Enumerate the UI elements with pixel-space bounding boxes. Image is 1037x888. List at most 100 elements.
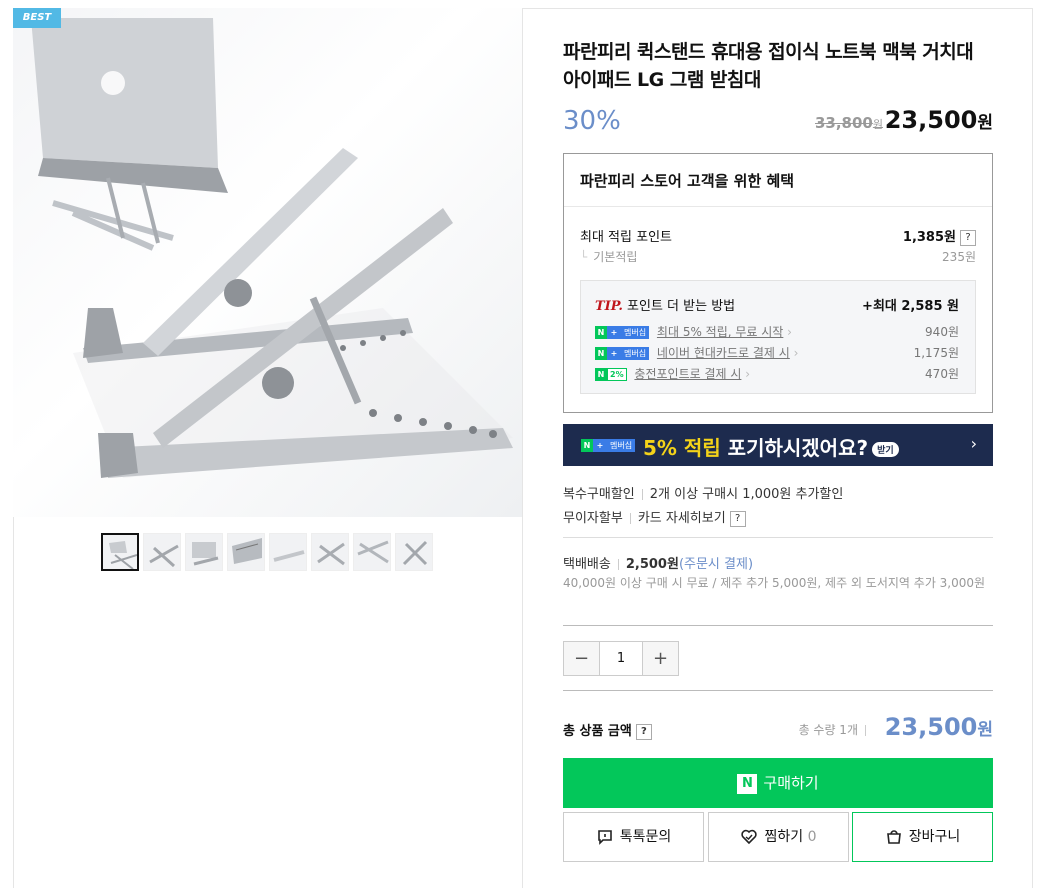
installment-row: 무이자할부 카드 자세히보기?: [563, 507, 746, 527]
charge-point-badge: N 2%: [595, 368, 627, 381]
help-icon[interactable]: ?: [960, 229, 976, 246]
divider: [641, 489, 643, 500]
laptop-inset: [31, 18, 228, 251]
chevron-right-icon: ›: [741, 367, 751, 381]
benefit-box: 파란피리 스토어 고객을 위한 혜택 최대 적립 포인트 1,385원? └ 기본…: [563, 153, 993, 413]
total-count: 총 수량 1개: [799, 721, 873, 738]
divider: [617, 559, 619, 570]
divider: [865, 725, 866, 736]
tip-text: 포인트 더 받는 방법: [627, 299, 736, 314]
total-label: 총 상품 금액: [563, 724, 632, 739]
quantity-plus-button[interactable]: +: [643, 642, 678, 675]
tip-item-3[interactable]: N 2% 충전포인트로 결제 시 › 470원: [595, 365, 959, 382]
total-price-value: 23,500: [884, 713, 978, 741]
tip-box: TIP. 포인트 더 받는 방법 +최대 2,585 원 N + 멤버십 최대 5%…: [580, 280, 976, 394]
banner-highlight: 5% 적립: [643, 436, 721, 460]
thumbnail-3[interactable]: [185, 533, 223, 571]
tip-item-amount: 940원: [925, 325, 959, 339]
membership-badge: N + 멤버십: [595, 347, 650, 360]
chevron-right-icon[interactable]: ›: [971, 434, 977, 453]
buy-button-label: 구매하기: [763, 774, 819, 792]
max-point-row: 최대 적립 포인트 1,385원?: [580, 226, 976, 246]
original-price-value: 33,800: [814, 114, 873, 132]
tip-item-amount: 1,175원: [913, 346, 959, 360]
sale-price-unit: 원: [977, 113, 993, 133]
divider: [563, 690, 993, 691]
total-price-unit: 원: [977, 720, 993, 740]
membership-badge: N + 멤버십: [595, 326, 650, 339]
thumbnail-4[interactable]: [227, 533, 265, 571]
talk-inquiry-button[interactable]: 톡톡문의: [563, 812, 704, 862]
card-detail-link[interactable]: 카드 자세히보기: [638, 511, 726, 526]
original-price-unit: 원: [872, 118, 883, 131]
divider: [563, 625, 993, 626]
cart-button[interactable]: 장바구니: [852, 812, 993, 862]
quantity-input[interactable]: 1: [599, 642, 643, 675]
wish-button[interactable]: 찜하기 0: [708, 812, 849, 862]
main-product-image[interactable]: BEST: [13, 8, 522, 517]
naver-logo-icon: N: [737, 773, 758, 794]
product-title: 파란피리 퀵스탠드 휴대용 접이식 노트북 맥북 거치대 아이패드 LG 그램 …: [563, 41, 974, 91]
shopping-bag-icon: [886, 830, 901, 844]
quantity-stepper: − 1 +: [563, 641, 679, 676]
wish-count: 0: [807, 829, 817, 845]
thumbnail-2[interactable]: [143, 533, 181, 571]
chevron-right-icon: ›: [789, 346, 799, 360]
max-point-value: 1,385원: [902, 230, 956, 245]
delivery-note: (주문시 결제): [678, 557, 754, 572]
talk-button-label: 톡톡문의: [619, 829, 672, 845]
tip-item-1[interactable]: N + 멤버십 최대 5% 적립, 무료 시작 › 940원: [595, 323, 959, 340]
tip-item-amount: 470원: [925, 367, 959, 381]
base-point-label: 기본적립: [593, 250, 638, 264]
chat-bubble-icon: [597, 830, 612, 845]
tip-item-link[interactable]: 네이버 현대카드로 결제 시: [657, 346, 790, 360]
installment-label: 무이자할부: [563, 511, 623, 526]
banner-text: 5% 적립 포기하시겠어요? 받기: [643, 432, 899, 461]
tip-item-link[interactable]: 충전포인트로 결제 시: [634, 367, 741, 381]
laptop-stand-illustration: [31, 18, 513, 478]
wish-button-label: 찜하기: [764, 829, 804, 845]
banner-message: 포기하시겠어요?: [720, 436, 869, 460]
multi-purchase-label: 복수구매할인: [563, 487, 635, 502]
benefit-header: 파란피리 스토어 고객을 위한 혜택: [564, 154, 992, 207]
quantity-minus-button[interactable]: −: [564, 642, 599, 675]
total-label-wrap: 총 상품 금액?: [563, 720, 652, 740]
membership-banner[interactable]: N + 멤버십 5% 적립 포기하시겠어요? 받기 ›: [563, 424, 993, 466]
total-price: 23,500원: [885, 713, 993, 741]
product-gallery: BEST: [13, 8, 523, 888]
delivery-label: 택배배송: [563, 557, 611, 572]
cart-button-label: 장바구니: [908, 829, 961, 845]
heart-icon: [741, 829, 758, 845]
banner-receive-pill: 받기: [872, 442, 899, 457]
delivery-row: 택배배송 2,500원(주문시 결제): [563, 553, 753, 572]
divider: [629, 513, 631, 524]
divider: [563, 537, 993, 538]
thumbnail-1[interactable]: [101, 533, 139, 571]
chevron-right-icon: ›: [783, 325, 792, 339]
thumbnail-7[interactable]: [353, 533, 391, 571]
tip-label: TIP.: [595, 299, 623, 314]
multi-purchase-row: 복수구매할인 2개 이상 구매시 1,000원 추가할인: [563, 483, 843, 502]
thumbnail-5[interactable]: [269, 533, 307, 571]
original-price: 33,800원: [815, 114, 883, 132]
help-icon[interactable]: ?: [635, 723, 652, 740]
discount-rate: 30%: [563, 106, 621, 136]
tip-item-link[interactable]: 최대 5% 적립, 무료 시작: [657, 325, 783, 339]
stand-frame: [73, 148, 513, 478]
best-badge: BEST: [13, 8, 61, 28]
thumbnail-6[interactable]: [311, 533, 349, 571]
sale-price: 23,500원: [885, 106, 993, 134]
thumbnail-8[interactable]: [395, 533, 433, 571]
buy-button[interactable]: N 구매하기: [563, 758, 993, 808]
delivery-price: 2,500원: [625, 557, 679, 572]
indent-corner-icon: └: [580, 250, 588, 264]
base-point-value: 235원: [942, 250, 976, 264]
multi-purchase-value: 2개 이상 구매시 1,000원 추가할인: [649, 487, 844, 502]
tip-max: +최대 2,585 원: [862, 299, 959, 314]
tip-item-2[interactable]: N + 멤버십 네이버 현대카드로 결제 시 › 1,175원: [595, 344, 959, 361]
help-icon[interactable]: ?: [729, 510, 746, 527]
thumbnail-strip: [101, 533, 433, 571]
max-point-label: 최대 적립 포인트: [580, 230, 672, 245]
tip-header: TIP. 포인트 더 받는 방법 +최대 2,585 원: [595, 295, 959, 314]
membership-badge: N + 멤버십: [581, 439, 636, 452]
